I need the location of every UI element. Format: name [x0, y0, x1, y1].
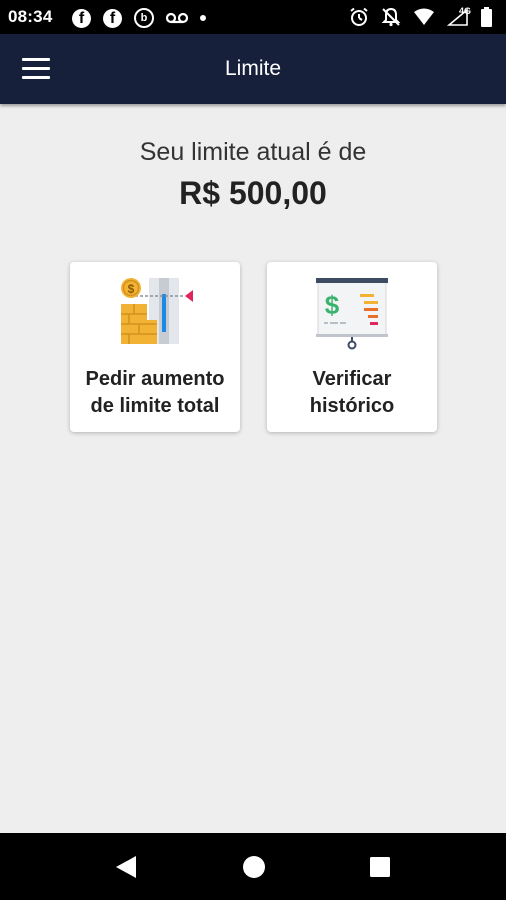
- circle-b-icon: b: [134, 8, 154, 28]
- svg-text:$: $: [128, 282, 135, 296]
- limit-caption: Seu limite atual é de: [139, 138, 367, 166]
- card-label-line1: Pedir aumento: [85, 368, 225, 390]
- recents-icon[interactable]: [366, 853, 394, 881]
- system-icons: 4G: [349, 6, 492, 27]
- check-history-card[interactable]: $ Verificar histórico: [267, 262, 437, 432]
- card-label-line1: Verificar: [312, 368, 392, 390]
- limit-increase-icon: $: [121, 278, 193, 344]
- notifications-off-icon: [381, 7, 401, 27]
- battery-icon: [481, 7, 492, 27]
- card-label-line2: histórico: [309, 395, 395, 417]
- status-time: 08:34: [8, 7, 53, 26]
- signal-icon: 4G: [446, 6, 471, 26]
- back-icon[interactable]: [112, 853, 140, 881]
- network-type-label: 4G: [458, 6, 471, 16]
- request-limit-increase-card[interactable]: $ Pedir aumento de limite total: [70, 262, 240, 432]
- card-label: Verificar histórico: [271, 366, 433, 420]
- status-bar: 08:34 f f b 4G: [0, 0, 506, 34]
- svg-text:$: $: [325, 290, 340, 320]
- alarm-icon: [350, 7, 368, 26]
- voicemail-icon: [166, 12, 188, 24]
- navigation-bar: [0, 833, 506, 900]
- limit-value: R$ 500,00: [179, 175, 327, 211]
- facebook-icon: f: [72, 8, 91, 28]
- home-icon[interactable]: [240, 853, 268, 881]
- notification-icons: f f b: [72, 8, 206, 28]
- history-chart-icon: $: [316, 278, 388, 350]
- card-label-line2: de limite total: [90, 395, 220, 417]
- facebook-icon: f: [103, 8, 122, 28]
- wifi-icon: [414, 8, 434, 25]
- dot-icon: [200, 15, 206, 21]
- page-title: Limite: [224, 57, 282, 80]
- app-bar: Limite: [0, 34, 506, 104]
- card-label: Pedir aumento de limite total: [74, 366, 236, 420]
